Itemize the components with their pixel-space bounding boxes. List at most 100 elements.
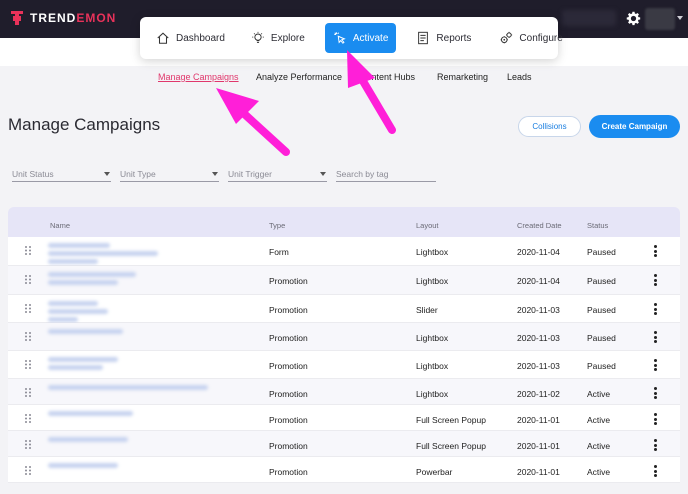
main-nav: Dashboard Explore Activate Reports Confi… — [140, 17, 563, 59]
subnav-content-hubs[interactable]: Content Hubs — [360, 72, 415, 82]
campaign-name-blurred[interactable] — [48, 272, 218, 286]
more-options-icon[interactable] — [654, 439, 657, 451]
more-options-icon[interactable] — [654, 331, 657, 343]
drag-handle-icon[interactable] — [25, 246, 31, 255]
tag-search-placeholder: Search by tag — [336, 168, 389, 179]
cell-created-date: 2020-11-03 — [517, 333, 560, 343]
cell-created-date: 2020-11-01 — [517, 441, 560, 451]
cell-type: Promotion — [269, 361, 308, 371]
cell-layout: Powerbar — [416, 467, 453, 477]
report-icon — [418, 31, 429, 45]
home-icon — [157, 32, 169, 44]
cell-layout: Full Screen Popup — [416, 441, 486, 451]
drag-handle-icon[interactable] — [25, 360, 31, 369]
more-options-icon[interactable] — [654, 413, 657, 425]
create-campaign-button[interactable]: Create Campaign — [589, 115, 680, 138]
column-header-name[interactable]: Name — [50, 221, 70, 230]
cell-layout: Full Screen Popup — [416, 415, 486, 425]
brand-name: TRENDEMON — [30, 11, 117, 25]
settings-gear-icon[interactable] — [626, 11, 641, 26]
drag-handle-icon[interactable] — [25, 275, 31, 284]
nav-label: Activate — [352, 32, 389, 44]
brand-logo[interactable]: TRENDEMON — [10, 9, 116, 27]
table-header: Name Type Layout Created Date Status — [8, 207, 680, 237]
cell-layout: Slider — [416, 305, 438, 315]
user-avatar[interactable] — [645, 8, 675, 30]
table-row[interactable]: Promotion Lightbox 2020-11-03 Paused — [8, 351, 680, 379]
cell-created-date: 2020-11-01 — [517, 415, 560, 425]
column-header-created-date[interactable]: Created Date — [517, 221, 562, 230]
page-title: Manage Campaigns — [8, 115, 161, 134]
cell-type: Promotion — [269, 415, 308, 425]
unit-trigger-select[interactable]: Unit Trigger — [228, 166, 327, 182]
cell-layout: Lightbox — [416, 247, 449, 257]
cell-status: Active — [587, 389, 611, 399]
unit-status-label: Unit Status — [12, 168, 54, 179]
cell-type: Form — [269, 247, 289, 257]
campaign-name-blurred[interactable] — [48, 329, 218, 343]
unit-type-select[interactable]: Unit Type — [120, 166, 219, 182]
drag-handle-icon[interactable] — [25, 414, 31, 423]
campaign-name-blurred[interactable] — [48, 463, 218, 477]
chevron-down-icon — [104, 172, 110, 176]
more-options-icon[interactable] — [654, 387, 657, 399]
more-options-icon[interactable] — [654, 359, 657, 371]
table-row[interactable]: Promotion Full Screen Popup 2020-11-01 Acti… — [8, 405, 680, 431]
table-row[interactable]: Promotion Lightbox 2020-11-03 Paused — [8, 323, 680, 351]
campaign-name-blurred[interactable] — [48, 243, 218, 264]
cell-layout: Lightbox — [416, 389, 449, 399]
cell-created-date: 2020-11-02 — [517, 389, 560, 399]
lightbulb-icon — [252, 31, 264, 43]
cell-type: Promotion — [269, 467, 308, 477]
table-body: Form Lightbox 2020-11-04 Paused Promotion Lig… — [8, 237, 680, 483]
campaigns-table: Name Type Layout Created Date Status For… — [8, 207, 680, 483]
drag-handle-icon[interactable] — [25, 440, 31, 449]
campaign-name-blurred[interactable] — [48, 301, 218, 322]
drag-handle-icon[interactable] — [25, 466, 31, 475]
table-row[interactable]: Promotion Lightbox 2020-11-02 Active — [8, 379, 680, 405]
column-header-layout[interactable]: Layout — [416, 221, 439, 230]
unit-trigger-label: Unit Trigger — [228, 168, 272, 179]
more-options-icon[interactable] — [654, 465, 657, 477]
table-row[interactable]: Promotion Slider 2020-11-03 Paused — [8, 295, 680, 323]
cell-type: Promotion — [269, 276, 308, 286]
tag-search-input[interactable]: Search by tag — [336, 166, 436, 182]
campaign-name-blurred[interactable] — [48, 437, 218, 451]
column-header-status[interactable]: Status — [587, 221, 608, 230]
cell-status: Paused — [587, 247, 616, 257]
more-options-icon[interactable] — [654, 245, 657, 257]
column-header-type[interactable]: Type — [269, 221, 285, 230]
cell-layout: Lightbox — [416, 361, 449, 371]
drag-handle-icon[interactable] — [25, 332, 31, 341]
more-options-icon[interactable] — [654, 303, 657, 315]
subnav-manage-campaigns[interactable]: Manage Campaigns — [158, 72, 239, 82]
drag-handle-icon[interactable] — [25, 388, 31, 397]
nav-item-configure[interactable]: Configure — [491, 23, 570, 53]
table-row[interactable]: Promotion Lightbox 2020-11-04 Paused — [8, 266, 680, 295]
nav-item-reports[interactable]: Reports — [408, 23, 479, 53]
nav-item-dashboard[interactable]: Dashboard — [148, 23, 233, 53]
chevron-down-icon[interactable] — [677, 16, 683, 20]
unit-status-select[interactable]: Unit Status — [12, 166, 111, 182]
trendemon-logo-icon — [11, 11, 23, 25]
nav-label: Configure — [519, 32, 563, 44]
nav-item-explore[interactable]: Explore — [243, 23, 313, 53]
campaign-name-blurred[interactable] — [48, 411, 218, 425]
subnav-remarketing[interactable]: Remarketing — [437, 72, 488, 82]
campaign-name-blurred[interactable] — [48, 357, 218, 371]
nav-label: Dashboard — [176, 32, 225, 44]
more-options-icon[interactable] — [654, 274, 657, 286]
cell-status: Active — [587, 441, 611, 451]
unit-type-label: Unit Type — [120, 168, 156, 179]
table-row[interactable]: Promotion Powerbar 2020-11-01 Active — [8, 457, 680, 483]
nav-item-activate[interactable]: Activate — [324, 23, 397, 53]
subnav-analyze-performance[interactable]: Analyze Performance — [256, 72, 342, 82]
drag-handle-icon[interactable] — [25, 304, 31, 313]
table-row[interactable]: Promotion Full Screen Popup 2020-11-01 Acti… — [8, 431, 680, 457]
subnav-leads[interactable]: Leads — [507, 72, 532, 82]
campaign-name-blurred[interactable] — [48, 385, 218, 399]
table-row[interactable]: Form Lightbox 2020-11-04 Paused — [8, 237, 680, 266]
cell-created-date: 2020-11-01 — [517, 467, 560, 477]
collisions-button[interactable]: Collisions — [518, 116, 581, 137]
cursor-click-icon — [334, 32, 346, 44]
